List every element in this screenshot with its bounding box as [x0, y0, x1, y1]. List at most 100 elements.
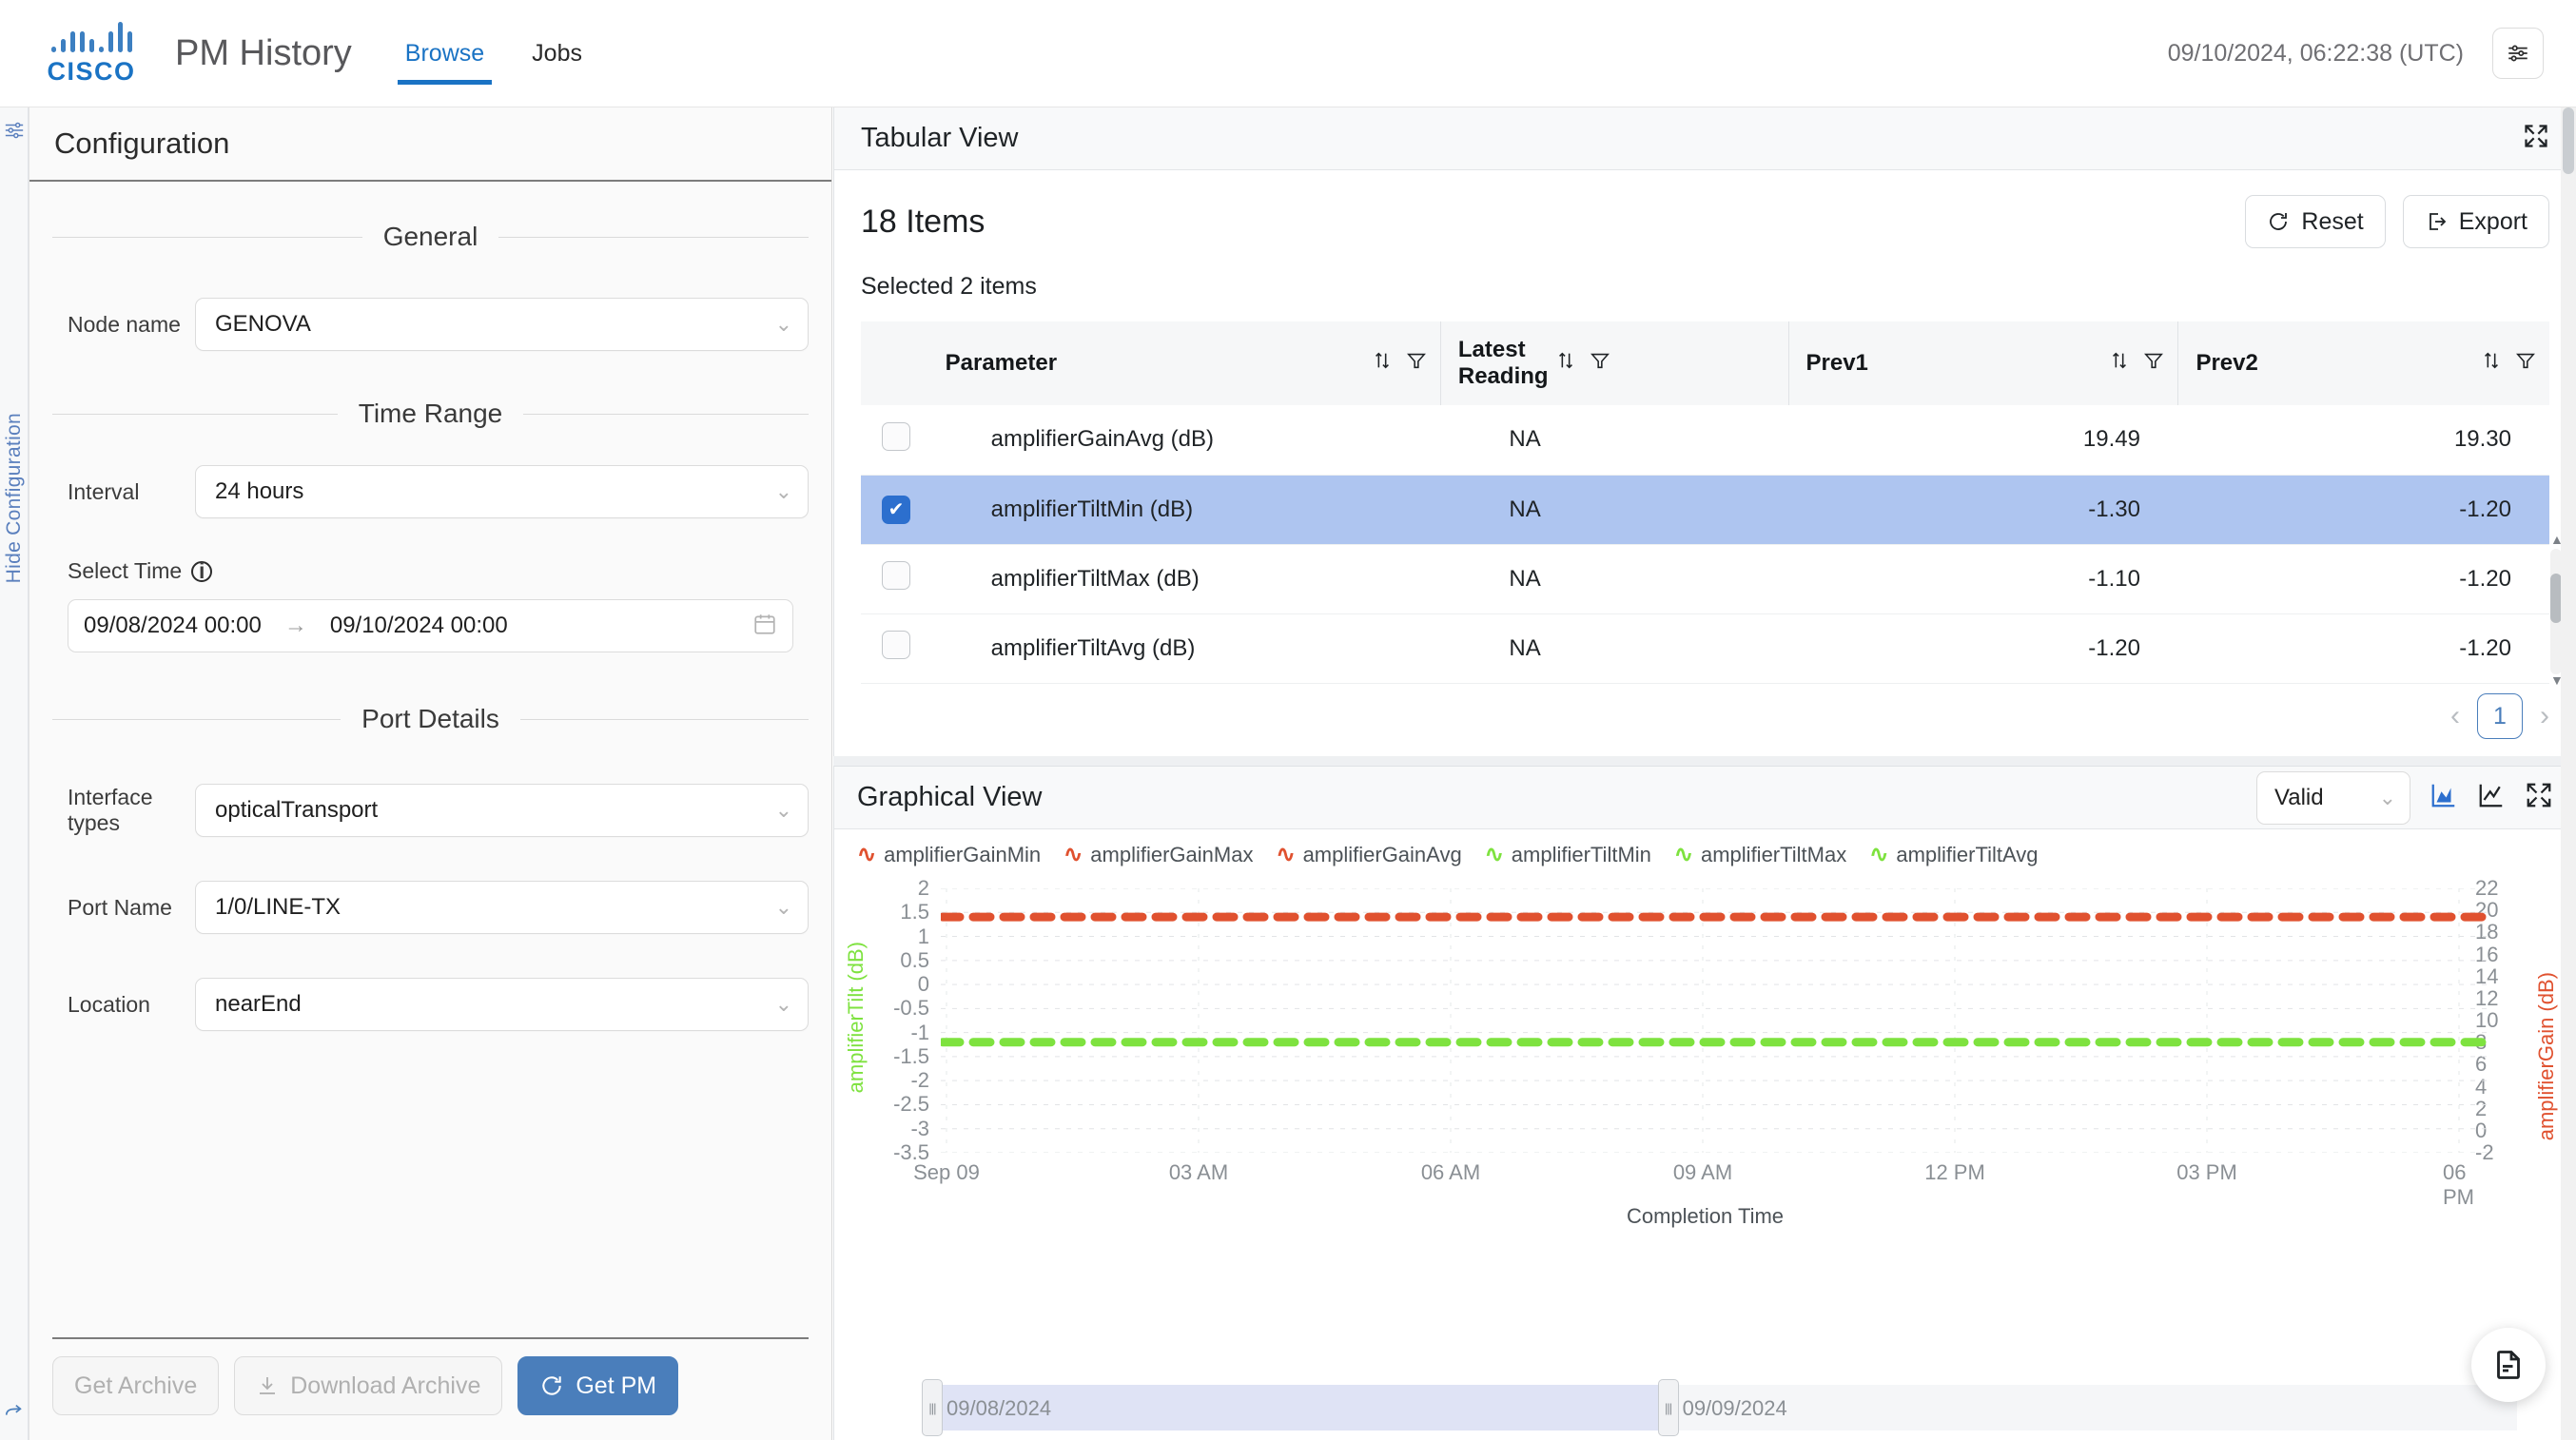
- expand-icon[interactable]: [2525, 781, 2553, 814]
- date-range-arrow: →: [283, 613, 307, 638]
- legend-item[interactable]: ∿ amplifierTiltMax: [1674, 843, 1846, 867]
- info-icon[interactable]: i: [191, 558, 213, 583]
- cisco-wordmark: CISCO: [47, 57, 136, 86]
- tabular-view-tools: [2523, 123, 2549, 154]
- reset-button[interactable]: Reset: [2245, 195, 2386, 248]
- document-button[interactable]: [2471, 1328, 2546, 1402]
- table-row[interactable]: amplifierGainAvg (dB) NA 19.49 19.30: [861, 405, 2549, 475]
- settings-button[interactable]: [2492, 28, 2544, 79]
- interface-types-select[interactable]: opticalTransport ⌄: [195, 784, 809, 837]
- y-tick-left: -0.5: [893, 996, 929, 1021]
- filter-icon[interactable]: [2515, 350, 2536, 378]
- download-icon: [260, 1377, 276, 1394]
- legend-item[interactable]: ∿ amplifierGainAvg: [1276, 843, 1461, 867]
- port-name-select[interactable]: 1/0/LINE-TX ⌄: [195, 881, 809, 934]
- hide-configuration-toggle[interactable]: Hide Configuration: [3, 413, 26, 583]
- row-checkbox[interactable]: [882, 631, 910, 659]
- y-tick-left: -2: [910, 1068, 929, 1093]
- filter-icon[interactable]: [2143, 350, 2164, 378]
- validity-filter-select[interactable]: Valid ⌄: [2256, 770, 2410, 825]
- legend-item[interactable]: ∿ amplifierTiltAvg: [1869, 843, 2038, 867]
- row-parameter: amplifierTiltAvg (dB): [990, 634, 1196, 661]
- chevron-down-icon: ⌄: [774, 479, 792, 503]
- location-select[interactable]: nearEnd ⌄: [195, 978, 809, 1031]
- document-icon: [2497, 1351, 2520, 1379]
- pagination-prev[interactable]: ‹: [2450, 700, 2460, 732]
- field-interface-types: Interface types opticalTransport ⌄: [52, 784, 809, 837]
- y-tick-left: -1.5: [893, 1043, 929, 1068]
- get-pm-button[interactable]: Get PM: [517, 1356, 679, 1415]
- utc-clock: 09/10/2024, 06:22:38 (UTC): [2167, 39, 2464, 67]
- port-name-label: Port Name: [68, 894, 172, 920]
- section-time-range: Time Range: [52, 399, 810, 429]
- top-header-bar: CISCO PM History Browse Jobs 09/10/2024,…: [0, 0, 2576, 107]
- page-scrollbar[interactable]: [2561, 107, 2576, 1440]
- slider-handle-right[interactable]: [1657, 1379, 1679, 1436]
- row-checkbox[interactable]: [882, 561, 910, 590]
- x-tick: Sep 09: [913, 1160, 980, 1184]
- legend-item[interactable]: ∿ amplifierGainMax: [1064, 843, 1253, 867]
- table-row[interactable]: amplifierTiltMin (dB) NA -1.30 -1.20: [861, 475, 2549, 544]
- left-rail: Hide Configuration: [0, 107, 29, 1440]
- table-row[interactable]: amplifierTiltMax (dB) NA -1.10 -1.20: [861, 544, 2549, 613]
- divider-right: [519, 718, 809, 720]
- x-tick: 06 PM: [2443, 1160, 2474, 1209]
- get-pm-label: Get PM: [576, 1372, 657, 1399]
- rail-sliders-icon[interactable]: [4, 119, 25, 146]
- reset-label: Reset: [2301, 207, 2364, 235]
- interval-select[interactable]: 24 hours ⌄: [195, 465, 809, 518]
- sort-icon[interactable]: [2481, 350, 2502, 378]
- download-archive-button[interactable]: Download Archive: [234, 1356, 503, 1415]
- th-parameter-icons: [1372, 350, 1440, 378]
- y-tick-left: -2.5: [893, 1092, 929, 1117]
- pagination-page-1[interactable]: 1: [2477, 693, 2523, 739]
- section-port-details-label: Port Details: [361, 704, 499, 733]
- sort-icon[interactable]: [2109, 350, 2130, 378]
- area-chart-icon[interactable]: [2430, 781, 2458, 814]
- row-checkbox-cell: [861, 475, 946, 544]
- line-chart-icon[interactable]: [2477, 781, 2506, 814]
- select-time-range-input[interactable]: 09/08/2024 00:00 → 09/10/2024 00:00: [68, 599, 793, 652]
- field-port-name: Port Name 1/0/LINE-TX ⌄: [52, 881, 809, 934]
- download-archive-label: Download Archive: [290, 1372, 481, 1399]
- get-archive-button[interactable]: Get Archive: [52, 1356, 220, 1415]
- legend-item[interactable]: ∿ amplifierTiltMin: [1485, 843, 1651, 867]
- interval-value: 24 hours: [215, 478, 304, 504]
- th-latest-reading: Latest Reading: [1439, 321, 1788, 405]
- expand-icon[interactable]: [2523, 123, 2549, 154]
- row-prev2: 19.30: [2453, 426, 2511, 453]
- tabular-view-card: Tabular View 18 Items Reset Export Selec…: [833, 107, 2576, 756]
- page-scroll-thumb[interactable]: [2563, 107, 2574, 174]
- filter-icon[interactable]: [1590, 350, 1610, 378]
- pagination-next[interactable]: ›: [2540, 700, 2549, 732]
- legend-label: amplifierTiltAvg: [1896, 843, 2039, 866]
- y-axis-right-label: amplifierGain (dB): [2534, 972, 2558, 1141]
- row-checkbox[interactable]: [882, 495, 910, 524]
- row-checkbox[interactable]: [882, 421, 910, 451]
- tab-jobs[interactable]: Jobs: [524, 0, 590, 107]
- section-general: General: [52, 222, 809, 252]
- date-end-value: 09/10/2024 00:00: [329, 613, 508, 638]
- legend-swatch: ∿: [857, 842, 877, 867]
- node-name-select[interactable]: GENOVA ⌄: [195, 298, 809, 351]
- interface-types-value: opticalTransport: [215, 797, 379, 823]
- row-checkbox-cell: [861, 544, 946, 613]
- time-range-slider[interactable]: 09/08/2024 09/09/2024: [922, 1379, 2517, 1436]
- section-port-details: Port Details: [52, 704, 809, 734]
- calendar-icon[interactable]: [752, 612, 777, 641]
- select-time-label: Select Time: [68, 558, 183, 583]
- export-label: Export: [2458, 207, 2527, 235]
- divider-left: [52, 413, 338, 415]
- slider-handle-left[interactable]: [922, 1379, 943, 1436]
- sort-icon[interactable]: [1372, 350, 1393, 378]
- th-prev1: Prev1: [1787, 321, 2178, 405]
- tab-browse[interactable]: Browse: [397, 0, 493, 107]
- export-button[interactable]: Export: [2402, 195, 2549, 248]
- filter-icon[interactable]: [1406, 350, 1427, 378]
- row-prev1: -1.30: [2088, 496, 2140, 522]
- rail-arrow-icon[interactable]: [4, 1401, 25, 1427]
- sort-icon[interactable]: [1555, 350, 1576, 378]
- page-title: PM History: [175, 32, 352, 73]
- table-row[interactable]: amplifierTiltAvg (dB) NA -1.20 -1.20: [861, 613, 2549, 683]
- legend-item[interactable]: ∿ amplifierGainMin: [857, 843, 1041, 867]
